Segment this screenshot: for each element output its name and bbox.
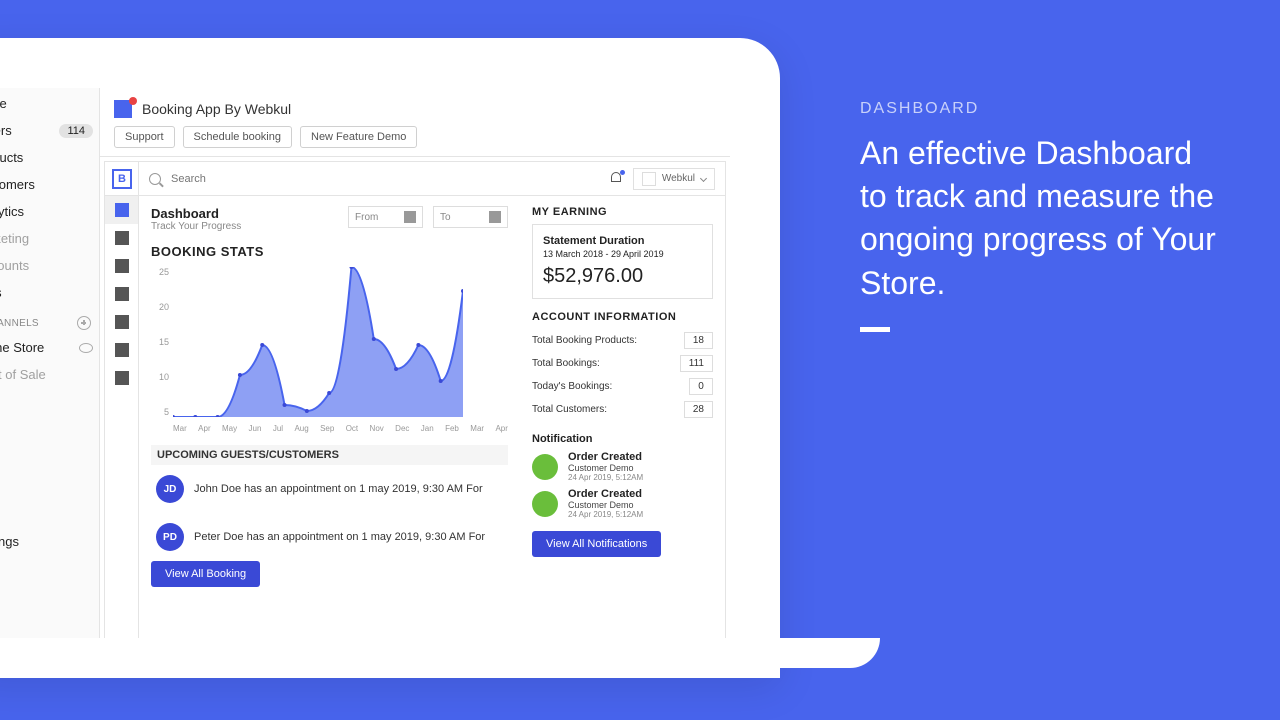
- account-value: 0: [689, 378, 713, 395]
- earning-box: Statement Duration 13 March 2018 - 29 Ap…: [532, 224, 713, 299]
- avatar: [642, 172, 656, 186]
- chart-area: [173, 267, 463, 417]
- promo-panel: DASHBOARD An effective Dashboard to trac…: [860, 100, 1220, 332]
- promo-line: [860, 327, 890, 332]
- nav-analytics[interactable]: Analytics: [0, 198, 99, 225]
- notification-date: 24 Apr 2019, 5:12AM: [568, 510, 643, 519]
- app-body: B Webkul: [104, 161, 726, 659]
- search-input[interactable]: [171, 173, 599, 185]
- user-name: Webkul: [662, 173, 695, 184]
- page-title: Dashboard: [151, 206, 241, 221]
- notification-date: 24 Apr 2019, 5:12AM: [568, 473, 643, 482]
- calendar-icon: [489, 211, 501, 223]
- account-label: Total Booking Products:: [532, 335, 637, 346]
- account-row: Total Customers: 28: [532, 398, 713, 421]
- mini-logo[interactable]: B: [105, 162, 139, 196]
- notification-title: Notification: [532, 433, 713, 445]
- nav-customers[interactable]: Customers: [0, 171, 99, 198]
- mini-calendar-icon[interactable]: [105, 224, 138, 252]
- account-value: 28: [684, 401, 713, 418]
- nav-settings[interactable]: Settings: [0, 528, 99, 555]
- channels-label: S CHANNELS: [0, 306, 99, 334]
- mini-settings-icon[interactable]: [105, 336, 138, 364]
- notification-subtitle: Customer Demo: [568, 463, 643, 473]
- app-header: Booking App By Webkul Support Schedule b…: [100, 88, 730, 157]
- earning-amount: $52,976.00: [543, 265, 702, 288]
- booking-stats-chart: 252015105 MarAprMayJunJulAugSepOctNovDec…: [151, 267, 508, 437]
- guest-text: Peter Doe has an appointment on 1 may 20…: [194, 531, 485, 543]
- account-label: Total Customers:: [532, 404, 607, 415]
- view-all-booking-button[interactable]: View All Booking: [151, 561, 260, 587]
- promo-title: An effective Dashboard to track and meas…: [860, 132, 1220, 305]
- user-menu[interactable]: Webkul: [633, 168, 715, 190]
- date-to[interactable]: To: [433, 206, 508, 228]
- guest-text: John Doe has an appointment on 1 may 201…: [194, 483, 483, 495]
- account-row: Today's Bookings: 0: [532, 375, 713, 398]
- nav-online-store[interactable]: Online Store: [0, 334, 99, 361]
- bell-icon[interactable]: [609, 172, 623, 186]
- nav-home[interactable]: Home: [0, 90, 99, 117]
- mini-grid-icon[interactable]: [105, 280, 138, 308]
- nav-pos[interactable]: Point of Sale: [0, 361, 99, 388]
- plus-icon[interactable]: [77, 316, 91, 330]
- account-label: Total Bookings:: [532, 358, 600, 369]
- chevron-down-icon: [700, 175, 707, 182]
- account-label: Today's Bookings:: [532, 381, 612, 392]
- account-row: Total Booking Products: 18: [532, 329, 713, 352]
- notification-status-icon: [532, 491, 558, 517]
- my-earning-title: MY EARNING: [532, 206, 713, 218]
- upcoming-guests-title: UPCOMING GUESTS/CUSTOMERS: [151, 445, 508, 465]
- account-info-title: ACCOUNT INFORMATION: [532, 311, 713, 323]
- mini-product-icon[interactable]: [105, 308, 138, 336]
- app-title: Booking App By Webkul: [142, 101, 291, 117]
- support-button[interactable]: Support: [114, 126, 175, 148]
- mini-list-icon[interactable]: [105, 252, 138, 280]
- notification-subtitle: Customer Demo: [568, 500, 643, 510]
- main-panel: Webkul Dashboard Track Your Progress: [139, 162, 725, 658]
- device-content: Home Orders114 Products Customers Analyt…: [0, 88, 730, 663]
- mini-dashboard-icon[interactable]: [105, 196, 138, 224]
- mini-other-icon[interactable]: [105, 364, 138, 392]
- notification-title: Order Created: [568, 488, 643, 500]
- search-bar: Webkul: [139, 162, 725, 196]
- eye-icon[interactable]: [79, 343, 93, 353]
- date-from[interactable]: From: [348, 206, 423, 228]
- notification-item[interactable]: Order CreatedCustomer Demo24 Apr 2019, 5…: [532, 451, 713, 482]
- view-all-notifications-button[interactable]: View All Notifications: [532, 531, 661, 557]
- device-frame: Home Orders114 Products Customers Analyt…: [0, 38, 780, 678]
- app-area: Booking App By Webkul Support Schedule b…: [100, 88, 730, 663]
- nav-discounts[interactable]: Discounts: [0, 252, 99, 279]
- nav-orders[interactable]: Orders114: [0, 117, 99, 144]
- nav-products[interactable]: Products: [0, 144, 99, 171]
- nav-apps[interactable]: Apps: [0, 279, 99, 306]
- statement-dates: 13 March 2018 - 29 April 2019: [543, 249, 702, 259]
- mini-sidebar: B: [105, 162, 139, 658]
- notification-title: Order Created: [568, 451, 643, 463]
- schedule-booking-button[interactable]: Schedule booking: [183, 126, 292, 148]
- account-value: 18: [684, 332, 713, 349]
- guest-item[interactable]: JD John Doe has an appointment on 1 may 2…: [151, 465, 508, 513]
- page-subtitle: Track Your Progress: [151, 221, 241, 232]
- search-icon: [149, 173, 161, 185]
- notification-status-icon: [532, 454, 558, 480]
- device-base: [0, 638, 880, 668]
- nav-marketing[interactable]: Marketing: [0, 225, 99, 252]
- guest-avatar: PD: [156, 523, 184, 551]
- new-feature-demo-button[interactable]: New Feature Demo: [300, 126, 417, 148]
- guest-avatar: JD: [156, 475, 184, 503]
- shopify-nav: Home Orders114 Products Customers Analyt…: [0, 88, 100, 663]
- account-value: 111: [680, 355, 713, 372]
- calendar-icon: [404, 211, 416, 223]
- booking-stats-title: BOOKING STATS: [151, 244, 508, 259]
- app-icon: [114, 100, 132, 118]
- orders-badge: 114: [59, 124, 93, 138]
- promo-eyebrow: DASHBOARD: [860, 100, 1220, 118]
- guest-item[interactable]: PD Peter Doe has an appointment on 1 may …: [151, 513, 508, 561]
- account-row: Total Bookings: 111: [532, 352, 713, 375]
- notification-item[interactable]: Order CreatedCustomer Demo24 Apr 2019, 5…: [532, 488, 713, 519]
- statement-duration-label: Statement Duration: [543, 235, 702, 247]
